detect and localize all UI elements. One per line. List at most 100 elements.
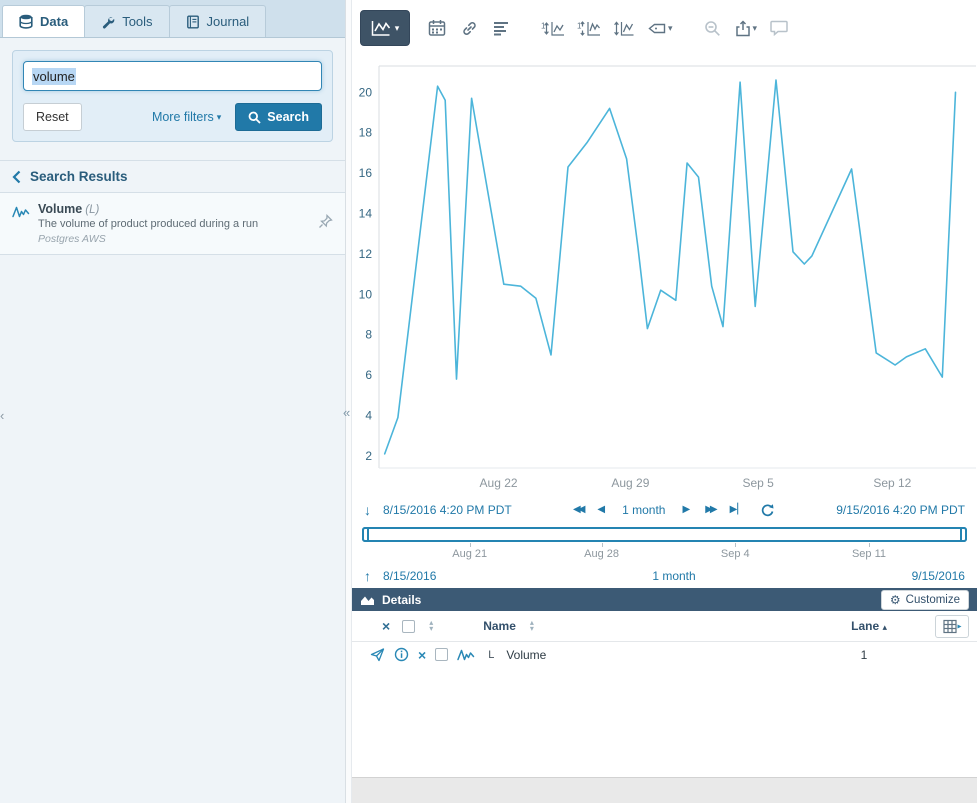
add-column-button[interactable] (935, 615, 969, 638)
svg-text:Sep 5: Sep 5 (742, 476, 774, 490)
remove-all-icon[interactable]: × (382, 619, 390, 633)
item-name[interactable]: Volume (506, 648, 546, 662)
result-description: The volume of product produced during a … (38, 218, 310, 230)
trend-toolbar: ▾ 1 1 ▾ (352, 0, 977, 56)
customize-label: Customize (906, 594, 960, 606)
more-filters-link[interactable]: More filters ▾ (152, 110, 221, 124)
tab-data-label: Data (40, 14, 68, 29)
svg-text:Aug 22: Aug 22 (480, 476, 518, 490)
navigate-to-item-icon[interactable] (370, 648, 385, 662)
tab-journal[interactable]: Journal (169, 5, 267, 37)
item-symbol: L (488, 649, 494, 661)
details-empty-area (352, 667, 977, 777)
display-range-duration[interactable]: 1 month (622, 503, 665, 517)
pan-forward-icon[interactable]: ▶ (682, 505, 690, 515)
investigate-range-end[interactable]: 9/15/2016 (912, 569, 965, 583)
link-button[interactable] (456, 14, 482, 42)
collapse-panel-icon[interactable]: « (343, 405, 350, 420)
sort-name-icon[interactable]: ▴▾ (530, 620, 534, 632)
caret-down-icon: ▾ (668, 23, 673, 34)
back-chevron-icon[interactable] (12, 170, 21, 184)
display-range-start[interactable]: 8/15/2016 4:20 PM PDT (383, 503, 512, 517)
lane-per-item-icon: 1 (577, 20, 601, 37)
details-table-header: × ▴▾ Name ▴▾ Lane ▴ (352, 611, 977, 642)
slider-tick-label: Aug 28 (584, 548, 619, 560)
result-datasource: Postgres AWS (38, 233, 310, 245)
copy-range-down-icon[interactable]: ↓ (364, 502, 371, 518)
details-panel: Details ⚙ Customize × ▴▾ Name ▴▾ Lane ▴ (352, 588, 977, 777)
panel-tabbar: Data Tools Journal (0, 0, 345, 38)
signal-icon (12, 205, 30, 224)
more-filters-label: More filters (152, 110, 214, 124)
select-all-checkbox[interactable] (402, 620, 415, 633)
calendar-icon (428, 19, 446, 37)
result-unit: (L) (85, 204, 99, 216)
details-title: Details (382, 593, 421, 607)
sort-down-glyph: ▾ (429, 626, 433, 632)
display-range-end[interactable]: 9/15/2016 4:20 PM PDT (836, 503, 965, 517)
tab-data[interactable]: Data (2, 5, 85, 37)
item-info-icon[interactable] (394, 647, 409, 662)
slider-tick (869, 543, 870, 547)
annotate-button[interactable] (766, 14, 792, 42)
area-chart-icon (360, 594, 375, 606)
journal-icon (186, 15, 200, 29)
pan-forward-double-icon[interactable]: ▶▶ (705, 505, 714, 515)
zoom-out-icon (704, 20, 721, 37)
item-lane: 1 (841, 648, 887, 662)
search-button[interactable]: Search (235, 103, 322, 131)
trend-chart[interactable]: 2468101214161820Aug 22Aug 29Sep 5Sep 12 (352, 56, 977, 497)
range-slider-track[interactable] (362, 527, 967, 542)
database-icon (19, 14, 33, 29)
remove-item-icon[interactable]: × (418, 648, 426, 662)
lane-per-item-button[interactable]: 1 (574, 14, 604, 42)
search-input[interactable]: volume (23, 61, 322, 91)
range-slider-left-handle[interactable] (362, 527, 369, 542)
autoscale-icon (613, 20, 635, 37)
refresh-icon[interactable] (760, 503, 775, 518)
customize-button[interactable]: ⚙ Customize (881, 590, 969, 610)
samples-table-button[interactable] (488, 14, 514, 42)
pan-back-double-icon[interactable]: ◀◀ (573, 505, 582, 515)
date-range-button[interactable] (424, 14, 450, 42)
svg-text:20: 20 (359, 85, 373, 99)
link-icon (461, 20, 478, 37)
lane-header-label: Lane (851, 619, 879, 633)
svg-text:8: 8 (365, 328, 372, 342)
investigate-range-duration[interactable]: 1 month (652, 569, 695, 583)
search-results-header: Search Results (0, 160, 345, 193)
range-slider-right-handle[interactable] (960, 527, 967, 542)
svg-text:Sep 12: Sep 12 (873, 476, 911, 490)
labels-dropdown-button[interactable]: ▾ (644, 14, 676, 42)
search-icon (248, 111, 261, 124)
pin-icon[interactable] (318, 214, 333, 234)
investigate-range-bar: ↑ 8/15/2016 1 month 9/15/2016 (352, 564, 977, 588)
tab-tools[interactable]: Tools (84, 5, 169, 37)
reset-button[interactable]: Reset (23, 103, 82, 131)
pan-back-icon[interactable]: ◀ (597, 505, 605, 515)
export-dropdown-button[interactable]: ▾ (732, 14, 761, 42)
horizontal-bars-icon (493, 21, 510, 36)
tag-icon (647, 21, 666, 36)
result-text: Volume(L) The volume of product produced… (38, 202, 310, 245)
item-checkbox[interactable] (435, 648, 448, 661)
autoscale-button[interactable] (610, 14, 638, 42)
svg-text:1: 1 (541, 21, 546, 30)
copy-range-up-icon[interactable]: ↑ (364, 568, 371, 584)
investigate-range-start[interactable]: 8/15/2016 (383, 569, 436, 583)
svg-text:14: 14 (359, 206, 373, 220)
signal-icon (457, 648, 475, 662)
zoom-out-button[interactable] (700, 14, 726, 42)
svg-text:12: 12 (359, 247, 373, 261)
column-header-name[interactable]: Name (483, 619, 516, 633)
pan-to-end-icon[interactable]: ▶▏ (730, 505, 745, 515)
edge-collapse-icon[interactable]: ‹ (0, 408, 4, 423)
one-lane-button[interactable]: 1 (538, 14, 568, 42)
details-row-volume[interactable]: × L Volume 1 (352, 642, 977, 667)
column-header-lane[interactable]: Lane ▴ (841, 619, 887, 633)
sort-selection-icon[interactable]: ▴▾ (429, 620, 433, 632)
search-result-volume[interactable]: Volume(L) The volume of product produced… (0, 193, 345, 255)
chart-type-dropdown-button[interactable]: ▾ (360, 10, 410, 46)
table-grid-icon (943, 619, 962, 634)
panel-divider[interactable]: « (345, 0, 352, 803)
